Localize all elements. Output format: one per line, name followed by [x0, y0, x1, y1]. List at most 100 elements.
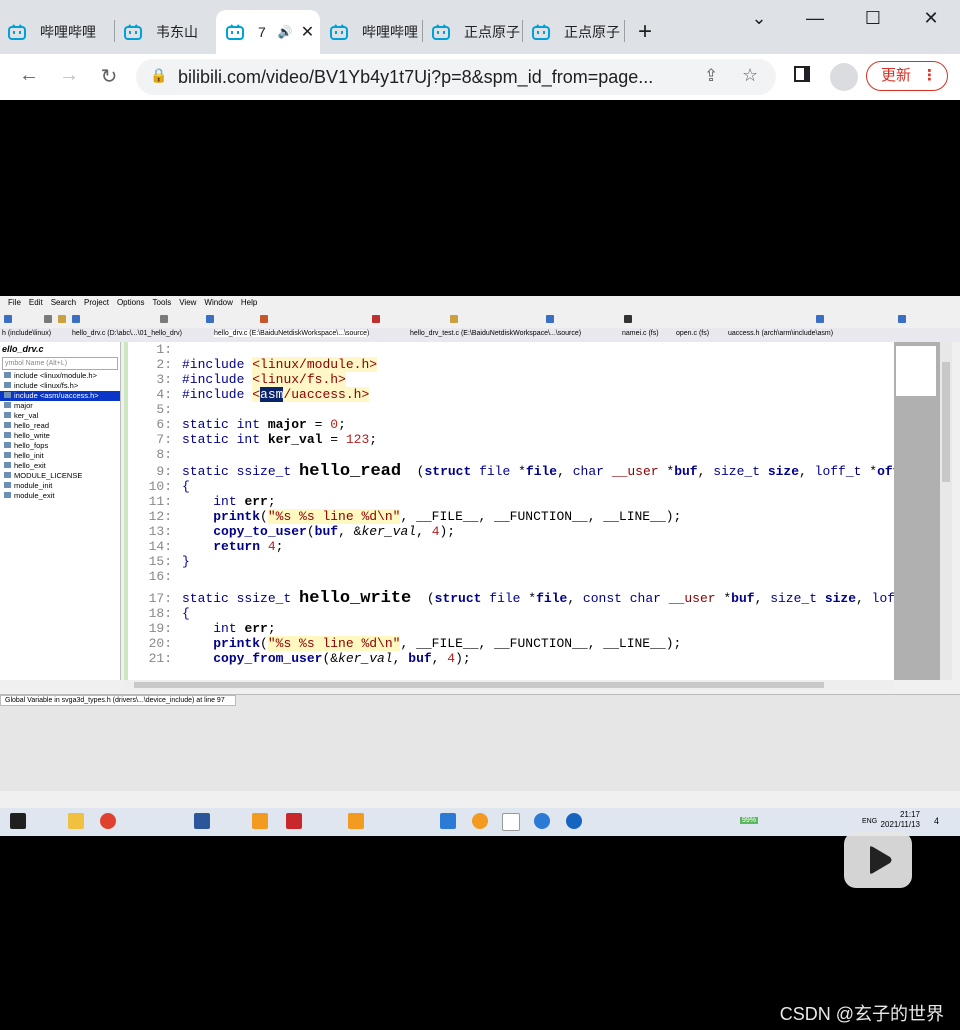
menu-tools[interactable]: Tools [153, 298, 172, 312]
browser-toolbar: ← → ↻ 🔒 bilibili.com/video/BV1Yb4y1t7Uj?… [0, 54, 960, 101]
window-icon[interactable] [898, 315, 906, 323]
symbol-item[interactable]: hello_init [0, 451, 120, 461]
bilibili-icon [124, 24, 142, 40]
play-icon [870, 846, 892, 874]
symbol-item[interactable]: include <asm/uaccess.h> [0, 391, 120, 401]
start-icon[interactable] [10, 813, 26, 829]
maximize-icon[interactable]: ☐ [858, 8, 888, 29]
open-icon[interactable] [58, 315, 66, 323]
system-clock[interactable]: 21:17 2021/11/13 [881, 810, 920, 830]
menu-file[interactable]: File [8, 298, 21, 312]
app-icon[interactable] [472, 813, 488, 829]
ide-menubar: File Edit Search Project Options Tools V… [0, 298, 257, 312]
tab-1[interactable]: 哔哩哔哩 [8, 10, 108, 54]
bookmark-star-icon[interactable]: ☆ [742, 65, 758, 86]
forward-icon[interactable]: → [56, 64, 82, 87]
menu-edit[interactable]: Edit [29, 298, 43, 312]
share-icon[interactable]: ⇪ [704, 66, 718, 86]
menu-view[interactable]: View [179, 298, 196, 312]
play-button[interactable] [844, 832, 912, 888]
word-icon[interactable] [194, 813, 210, 829]
tab-title: 哔哩哔哩 [40, 24, 96, 40]
url-text[interactable]: bilibili.com/video/BV1Yb4y1t7Uj?p=8&spm_… [178, 67, 653, 88]
more-menu-icon[interactable]: ⋮ [922, 62, 937, 90]
tab-4[interactable]: 哔哩哔哩 [330, 10, 420, 54]
typora-icon[interactable] [502, 813, 520, 831]
menu-search[interactable]: Search [51, 298, 76, 312]
close-tab-icon[interactable]: ✕ [301, 22, 314, 42]
app-icon[interactable] [566, 813, 582, 829]
profile-avatar-icon[interactable] [830, 63, 858, 91]
project-icon[interactable] [450, 315, 458, 323]
symbol-item[interactable]: major [0, 401, 120, 411]
symbol-search-input[interactable]: ymbol Name (Alt+L) [2, 357, 118, 370]
windows-taskbar: 99% ENG 21:17 2021/11/13 4 [0, 808, 960, 836]
tab-3-active[interactable]: 7 🔊 ✕ [216, 10, 320, 54]
csdn-watermark: CSDN @玄子的世界 [779, 1004, 944, 1024]
symbol-item[interactable]: include <linux/fs.h> [0, 381, 120, 391]
code-editor[interactable]: 1: 2: #include <linux/module.h> 3: #includ… [124, 342, 898, 680]
new-file-icon[interactable] [44, 315, 52, 323]
minimize-icon[interactable]: — [800, 8, 830, 29]
app-icon[interactable] [440, 813, 456, 829]
symbol-item[interactable]: hello_read [0, 421, 120, 431]
relation-icon[interactable] [624, 315, 632, 323]
nav-icon[interactable] [4, 315, 12, 323]
symbol-item[interactable]: ker_val [0, 411, 120, 421]
symbol-item[interactable]: module_exit [0, 491, 120, 501]
side-panel-icon[interactable] [794, 66, 810, 82]
ide-window: File Edit Search Project Options Tools V… [0, 296, 960, 836]
back-icon[interactable]: ← [16, 64, 42, 87]
notification-icon[interactable]: 4 [934, 816, 939, 826]
update-button[interactable]: 更新 ⋮ [866, 61, 948, 91]
menu-project[interactable]: Project [84, 298, 109, 312]
ide-file-tabs: h (include\linux) hello_drv.c (D:\abc\..… [0, 328, 960, 342]
speaker-icon[interactable]: 🔊 [278, 25, 293, 39]
tab-5[interactable]: 正点原子 [432, 10, 522, 54]
app-icon[interactable] [252, 813, 268, 829]
app-icon[interactable] [348, 813, 364, 829]
horizontal-scrollbar[interactable] [124, 680, 894, 690]
file-tab-active[interactable]: hello_drv.c (E:\BaiduNetdiskWorkspace\..… [214, 330, 370, 337]
chrome-icon[interactable] [100, 813, 116, 829]
symbol-item[interactable]: hello_write [0, 431, 120, 441]
tab-6[interactable]: 正点原子 [532, 10, 622, 54]
file-tab[interactable]: uaccess.h (arch\arm\include\asm) [728, 330, 833, 337]
save-icon[interactable] [72, 315, 80, 323]
explorer-icon[interactable] [68, 813, 84, 829]
vertical-scrollbar[interactable] [940, 342, 952, 680]
menu-options[interactable]: Options [117, 298, 145, 312]
close-window-icon[interactable]: ✕ [916, 8, 946, 29]
reload-icon[interactable]: ↻ [96, 64, 122, 89]
filezilla-icon[interactable] [286, 813, 302, 829]
symbol-item[interactable]: include <linux/module.h> [0, 371, 120, 381]
address-bar[interactable]: 🔒 bilibili.com/video/BV1Yb4y1t7Uj?p=8&sp… [136, 59, 776, 95]
symbol-sidebar: ello_drv.c ymbol Name (Alt+L) include <l… [0, 342, 121, 680]
cut-icon[interactable] [160, 315, 168, 323]
undo-icon[interactable] [206, 315, 214, 323]
app-icon[interactable] [534, 813, 550, 829]
file-tab[interactable]: hello_drv_test.c (E:\BaiduNetdiskWorkspa… [410, 330, 581, 337]
layout-icon[interactable] [546, 315, 554, 323]
bookmark-icon[interactable] [260, 315, 268, 323]
lock-icon[interactable]: 🔒 [150, 67, 167, 84]
menu-window[interactable]: Window [204, 298, 232, 312]
tab-2[interactable]: 韦东山 [124, 10, 214, 54]
tab-search-icon[interactable]: ⌄ [744, 8, 774, 29]
symbol-item[interactable]: module_init [0, 481, 120, 491]
symbol-item[interactable]: hello_fops [0, 441, 120, 451]
file-tab[interactable]: h (include\linux) [2, 330, 51, 337]
file-tab[interactable]: open.c (fs) [676, 330, 709, 337]
file-tab[interactable]: namei.c (fs) [622, 330, 659, 337]
file-tab[interactable]: hello_drv.c (D:\abc\...\01_hello_drv) [72, 330, 182, 337]
symbol-item[interactable]: hello_exit [0, 461, 120, 471]
input-language[interactable]: ENG [862, 818, 877, 825]
minimap[interactable] [894, 342, 940, 680]
symbol-icon[interactable] [372, 315, 380, 323]
menu-help[interactable]: Help [241, 298, 257, 312]
symbol-type-icon [4, 442, 11, 448]
symbol-item[interactable]: MODULE_LICENSE [0, 471, 120, 481]
sync-icon[interactable] [816, 315, 824, 323]
new-tab-button[interactable]: + [638, 10, 652, 54]
ide-toolbar [0, 312, 960, 328]
